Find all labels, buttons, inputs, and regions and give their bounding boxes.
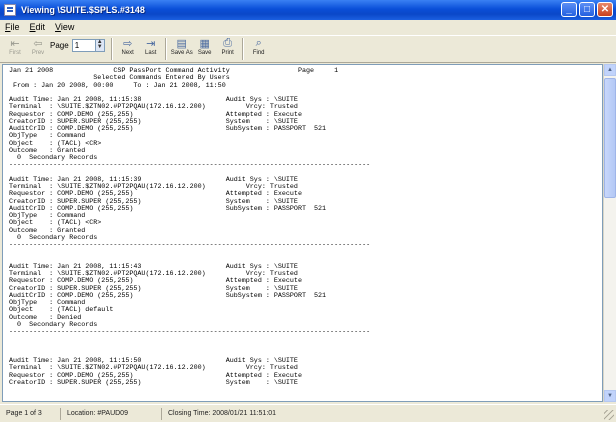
report-line: ----------------------------------------… — [9, 328, 371, 336]
page-number-input[interactable]: 1 — [71, 38, 96, 52]
scroll-down-button[interactable]: ▼ — [604, 390, 616, 402]
spin-down-icon: ▼ — [96, 44, 103, 50]
next-arrow-icon: ⇨ — [123, 37, 133, 50]
menu-file[interactable]: File — [0, 22, 25, 32]
print-label: Print — [221, 50, 234, 56]
save-icon: ▦ — [199, 37, 210, 50]
menu-view[interactable]: View — [50, 22, 79, 32]
toolbar-separator — [164, 38, 167, 60]
last-arrow-icon: ⇥ — [146, 37, 156, 50]
minimize-button[interactable]: _ — [561, 2, 577, 17]
toolbar-separator — [110, 38, 113, 60]
page-label: Page — [50, 40, 69, 50]
report-line: ----------------------------------------… — [9, 161, 371, 170]
status-closing-time: Closing Time: 2008/01/21 11:51:01 — [168, 409, 277, 417]
report-line: From : Jan 20 2008, 00:00 To : Jan 21 20… — [9, 81, 226, 90]
print-button[interactable]: ⎙ Print — [217, 36, 239, 57]
last-page-button[interactable]: ⇥ Last — [140, 36, 162, 57]
resize-grip[interactable] — [604, 410, 614, 420]
scroll-thumb[interactable] — [604, 78, 616, 198]
status-location: Location: #PAUD09 — [61, 407, 162, 420]
next-label: Next — [121, 50, 134, 56]
report-line: CreatorID : SUPER.SUPER (255,255) System… — [9, 378, 298, 387]
save-as-label: Save As — [170, 50, 193, 56]
prev-label: Prev — [31, 50, 45, 56]
report-view[interactable]: Jan 21 2008 CSP PassPort Command Activit… — [2, 64, 603, 402]
app-icon — [4, 4, 16, 16]
find-button[interactable]: ⌕ Find — [248, 36, 270, 57]
save-button[interactable]: ▦ Save — [194, 36, 216, 57]
maximize-button[interactable]: □ — [579, 2, 595, 17]
first-page-button[interactable]: ⇤ First — [4, 36, 26, 57]
menu-edit[interactable]: Edit — [25, 22, 51, 32]
status-bar: Page 1 of 3 Location: #PAUD09 Closing Ti… — [0, 404, 616, 422]
find-label: Find — [252, 50, 265, 56]
toolbar-separator — [241, 38, 244, 60]
next-page-button[interactable]: ⇨ Next — [117, 36, 139, 57]
window-title: Viewing \SUITE.$SPLS.#3148 — [21, 5, 145, 15]
report-line: ----------------------------------------… — [9, 241, 371, 249]
first-arrow-icon: ⇤ — [10, 37, 20, 50]
save-as-icon: ▤ — [176, 37, 187, 50]
prev-page-button[interactable]: ⇦ Prev — [27, 36, 49, 57]
last-label: Last — [145, 50, 157, 56]
vertical-scrollbar[interactable]: ▲ ▼ — [603, 64, 616, 402]
first-label: First — [9, 50, 21, 56]
report-text: Jan 21 2008 CSP PassPort Command Activit… — [9, 67, 371, 387]
title-bar: Viewing \SUITE.$SPLS.#3148 _ □ ✕ — [0, 0, 616, 20]
find-icon: ⌕ — [255, 36, 262, 49]
page-spinner[interactable]: ▲ ▼ — [95, 38, 105, 52]
prev-arrow-icon: ⇦ — [33, 37, 43, 50]
toolbar: ⇤ First ⇦ Prev Page 1 ▲ ▼ ⇨ Next ⇥ Last ▤… — [0, 35, 616, 63]
save-as-button[interactable]: ▤ Save As — [170, 36, 193, 57]
up-arrow-icon: ▲ — [607, 67, 613, 73]
page-selector: Page 1 ▲ ▼ — [50, 36, 105, 54]
save-label: Save — [197, 50, 212, 56]
scroll-up-button[interactable]: ▲ — [604, 64, 616, 76]
down-arrow-icon: ▼ — [607, 393, 613, 399]
close-button[interactable]: ✕ — [597, 2, 613, 17]
menu-bar: File Edit View — [0, 20, 616, 34]
printer-icon: ⎙ — [223, 36, 233, 49]
status-page: Page 1 of 3 — [0, 407, 61, 420]
window-controls: _ □ ✕ — [561, 2, 613, 17]
